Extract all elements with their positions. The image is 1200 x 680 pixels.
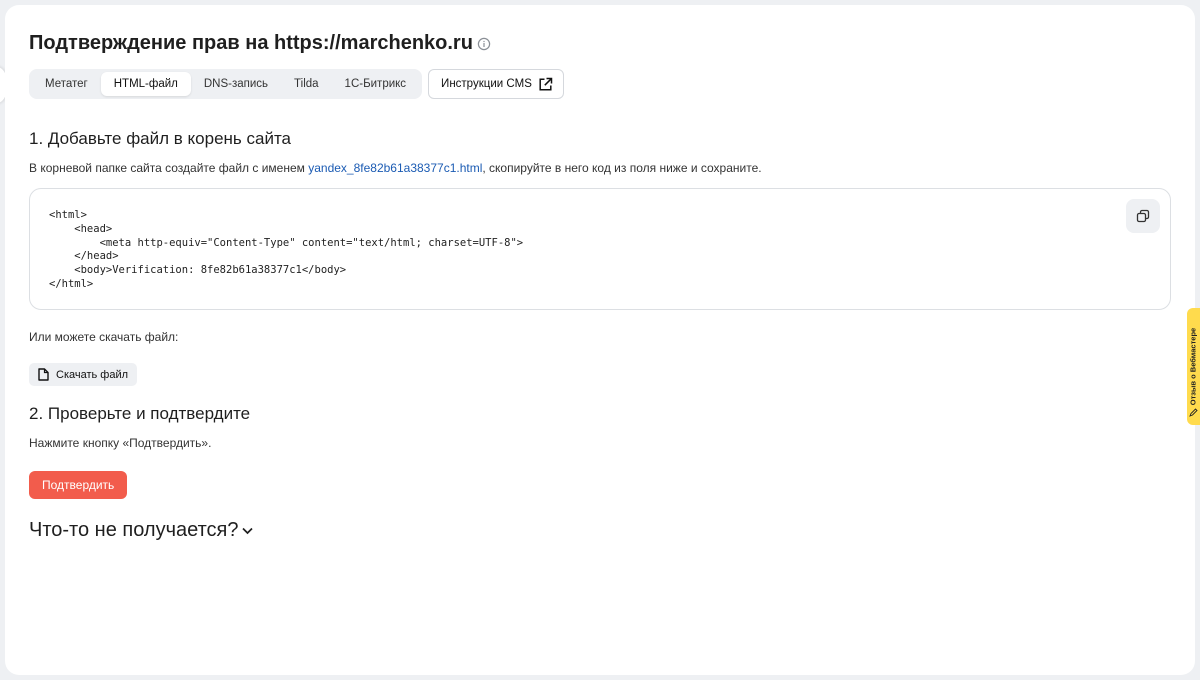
confirm-button[interactable]: Подтвердить xyxy=(29,471,128,499)
method-tabs: Метатег HTML-файл DNS-запись Tilda 1С-Би… xyxy=(29,69,423,99)
file-icon xyxy=(38,368,49,381)
filename-link[interactable]: yandex_8fe82b61a38377c1.html xyxy=(308,161,482,175)
step2-description: Нажмите кнопку «Подтвердить». xyxy=(29,436,212,450)
feedback-label: Отзыв о Вебмастере xyxy=(1188,327,1198,406)
pencil-icon xyxy=(1189,408,1198,417)
tab-1c-bitrix[interactable]: 1С-Битрикс xyxy=(332,72,420,96)
step1-desc-after: , скопируйте в него код из поля ниже и с… xyxy=(482,161,762,175)
feedback-tab[interactable]: Отзыв о Вебмастере xyxy=(1187,308,1200,425)
trouble-label: Что-то не получается? xyxy=(29,519,239,541)
main-card: Подтверждение прав на https://marchenko.… xyxy=(5,5,1195,675)
title-row: Подтверждение прав на https://marchenko.… xyxy=(29,32,491,55)
step1-title: 1. Добавьте файл в корень сайта xyxy=(29,129,291,148)
info-circle-icon[interactable] xyxy=(477,37,491,51)
verification-code[interactable]: <html> <head> <meta http-equiv="Content-… xyxy=(49,209,523,292)
cms-instructions-label: Инструкции CMS xyxy=(441,78,532,90)
page-title: Подтверждение прав на https://marchenko.… xyxy=(29,32,473,54)
tab-metatag[interactable]: Метатег xyxy=(32,72,101,96)
tab-dns-record[interactable]: DNS-запись xyxy=(191,72,281,96)
tab-html-file[interactable]: HTML-файл xyxy=(100,72,191,96)
tab-tilda[interactable]: Tilda xyxy=(281,72,332,96)
step2-title: 2. Проверьте и подтвердите xyxy=(29,404,251,423)
external-link-icon xyxy=(539,77,553,91)
download-hint: Или можете скачать файл: xyxy=(29,330,179,344)
download-file-button[interactable]: Скачать файл xyxy=(29,363,138,386)
code-box: <html> <head> <meta http-equiv="Content-… xyxy=(29,188,1171,310)
tabs-row: Метатег HTML-файл DNS-запись Tilda 1С-Би… xyxy=(29,69,564,99)
step1-description: В корневой папке сайта создайте файл с и… xyxy=(29,161,762,175)
copy-button[interactable] xyxy=(1126,199,1160,233)
chevron-down-icon xyxy=(242,527,254,535)
trouble-toggle[interactable]: Что-то не получается? xyxy=(29,519,254,542)
step1-desc-before: В корневой папке сайта создайте файл с и… xyxy=(29,161,309,175)
copy-icon xyxy=(1136,209,1150,223)
download-file-label: Скачать файл xyxy=(56,368,129,381)
cms-instructions-button[interactable]: Инструкции CMS xyxy=(428,69,564,99)
